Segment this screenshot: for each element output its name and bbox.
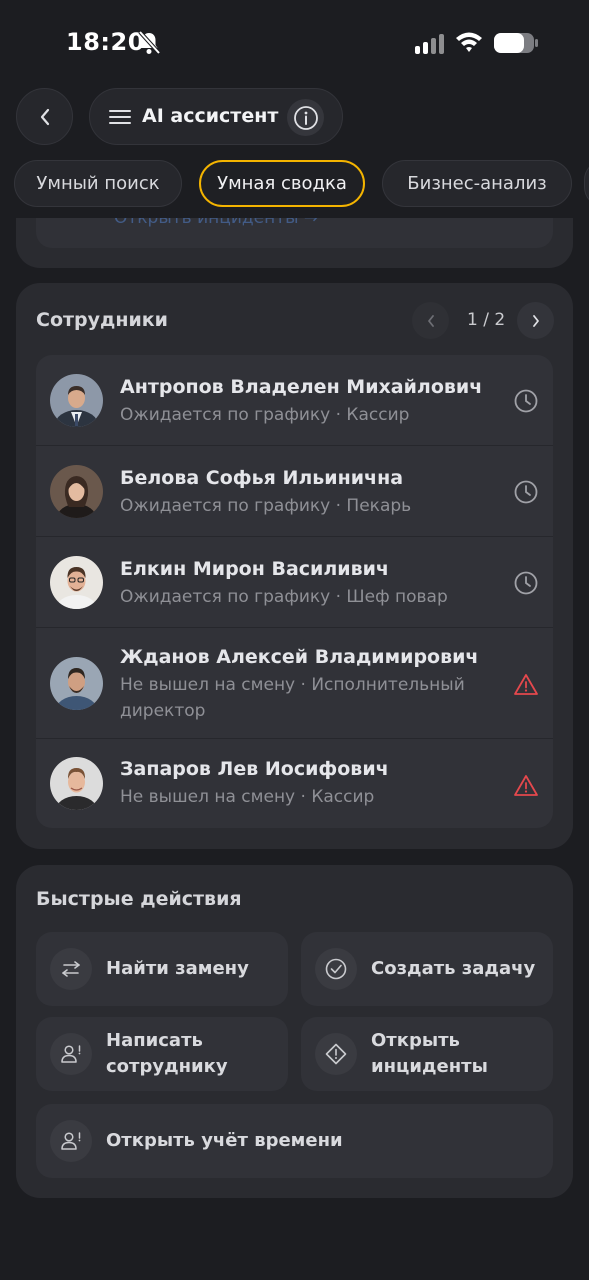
employee-row[interactable]: Елкин Мирон Василивич Ожидается по графи… (36, 537, 553, 628)
employee-name: Елкин Мирон Василивич (120, 558, 389, 580)
employees-card: Сотрудники 1 / 2 Антропов Владелен Михай… (16, 283, 573, 849)
action-label: Найти замену (106, 958, 249, 979)
employee-row[interactable]: Белова Софья Ильинична Ожидается по граф… (36, 446, 553, 537)
avatar (50, 556, 103, 609)
employee-row[interactable]: Запаров Лев Иосифович Не вышел на смену … (36, 739, 553, 828)
clock-icon (514, 389, 538, 413)
menu-icon[interactable] (109, 108, 131, 126)
tab-smart-search[interactable]: Умный поиск (14, 160, 182, 207)
employee-status: Не вышел на смену · Кассир (120, 787, 375, 807)
action-label: Открыть учёт времени (106, 1130, 343, 1151)
employee-name: Жданов Алексей Владимирович (120, 646, 479, 668)
employee-name: Антропов Владелен Михайлович (120, 376, 483, 398)
pager-next-button[interactable] (517, 302, 554, 339)
tab-smart-summary[interactable]: Умная сводка (199, 160, 365, 207)
back-button[interactable] (16, 88, 73, 145)
diamond-alert-icon (315, 1033, 357, 1075)
action-label: Создать задачу (371, 958, 536, 979)
battery-icon (494, 33, 538, 53)
quick-actions-card: Быстрые действия Найти замену Создать за… (16, 865, 573, 1198)
swap-arrows-icon (50, 948, 92, 990)
action-label-line: Написать (106, 1030, 203, 1051)
open-time-tracking-button[interactable]: Открыть учёт времени (36, 1104, 553, 1178)
action-label-line: сотруднику (106, 1056, 228, 1077)
page-title: AI ассистент (142, 105, 279, 127)
assistant-title-pill[interactable]: AI ассистент (89, 88, 343, 145)
create-task-button[interactable]: Создать задачу (301, 932, 553, 1006)
chevron-left-icon (427, 314, 434, 327)
bell-muted-icon (138, 30, 161, 55)
user-alert-icon (50, 1120, 92, 1162)
action-label: Открыть инциденты (371, 1028, 488, 1080)
employee-status: Ожидается по графику · Кассир (120, 405, 410, 425)
warning-icon (514, 775, 538, 796)
info-icon (293, 105, 318, 130)
pager-indicator: 1 / 2 (467, 310, 506, 330)
chevron-left-icon (40, 108, 49, 125)
action-label-line: инциденты (371, 1056, 488, 1077)
employee-status: Ожидается по графику · Пекарь (120, 496, 412, 516)
tab-business-analysis[interactable]: Бизнес-анализ (382, 160, 572, 207)
status-bar: 18:20 (0, 0, 589, 80)
avatar (50, 657, 103, 710)
employees-title: Сотрудники (36, 309, 168, 331)
employee-status: Не вышел на смену · Исполнительный дирек… (120, 675, 465, 721)
employee-name: Белова Софья Ильинична (120, 467, 404, 489)
employee-status: Ожидается по графику · Шеф повар (120, 587, 448, 607)
quick-actions-title: Быстрые действия (36, 888, 242, 910)
clock-icon (514, 571, 538, 595)
avatar (50, 465, 103, 518)
employee-name: Запаров Лев Иосифович (120, 758, 389, 780)
employee-row[interactable]: Жданов Алексей Владимирович Не вышел на … (36, 628, 553, 739)
employee-row[interactable]: Антропов Владелен Михайлович Ожидается п… (36, 355, 553, 446)
avatar (50, 374, 103, 427)
open-incidents-button[interactable]: Открыть инциденты (301, 1017, 553, 1091)
info-button[interactable] (287, 99, 324, 136)
write-employee-button[interactable]: Написать сотруднику (36, 1017, 288, 1091)
check-circle-icon (315, 948, 357, 990)
pager-prev-button[interactable] (412, 302, 449, 339)
wifi-icon (456, 32, 482, 52)
warning-icon (514, 674, 538, 695)
find-replacement-button[interactable]: Найти замену (36, 932, 288, 1006)
status-time: 18:20 (66, 28, 145, 56)
cellular-signal-icon (415, 34, 444, 54)
avatar (50, 757, 103, 810)
action-label-line: Открыть (371, 1030, 460, 1051)
action-label: Написать сотруднику (106, 1028, 228, 1080)
chevron-right-icon (532, 314, 539, 327)
clock-icon (514, 480, 538, 504)
employee-list: Антропов Владелен Михайлович Ожидается п… (36, 355, 553, 828)
user-alert-icon (50, 1033, 92, 1075)
app-screen: 18:20 AI ассистент Открыть инциденты → У… (0, 0, 589, 1280)
